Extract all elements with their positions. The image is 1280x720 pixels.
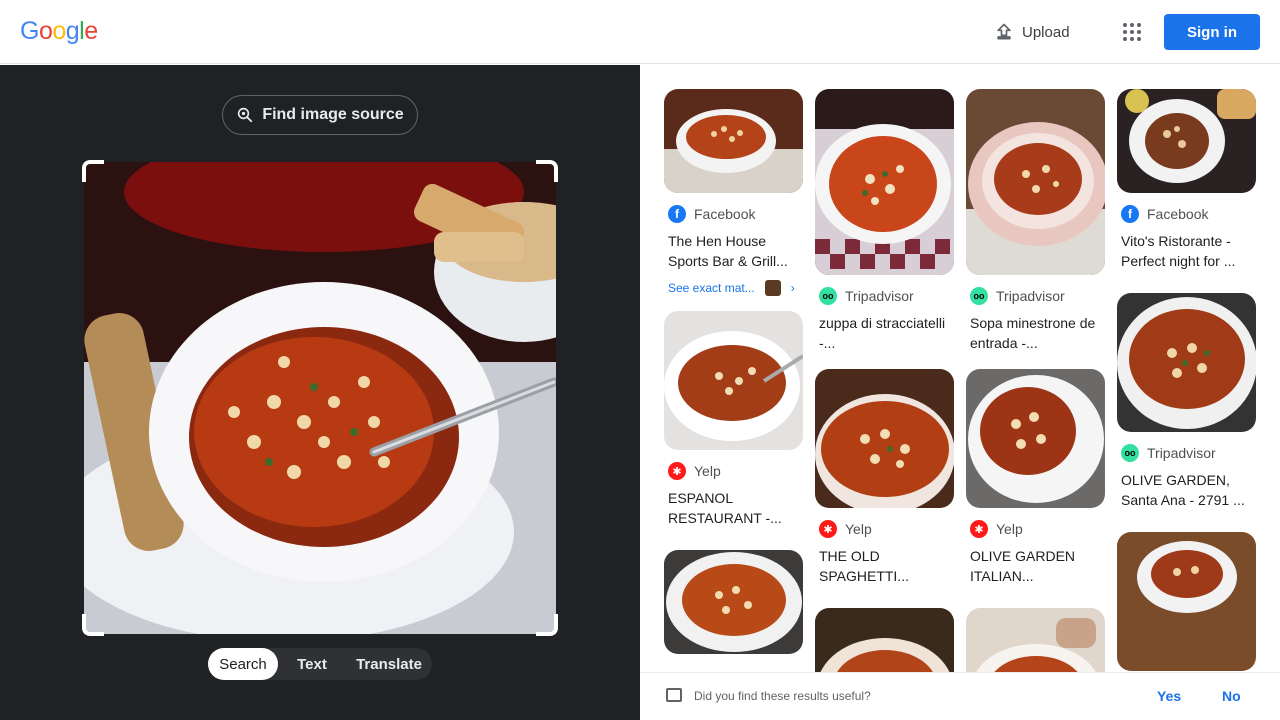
- crop-handle-top-left[interactable]: [82, 160, 104, 182]
- result-card[interactable]: [664, 550, 803, 654]
- result-card[interactable]: [966, 608, 1105, 672]
- tripadvisor-icon: oo: [970, 287, 988, 305]
- results-column-2: oo Tripadvisor zuppa di stracciatelli -..…: [815, 89, 954, 672]
- result-thumbnail[interactable]: [664, 89, 803, 193]
- crop-handle-top-right[interactable]: [536, 160, 558, 182]
- result-card[interactable]: [815, 608, 954, 672]
- result-title[interactable]: Sopa minestrone de entrada -...: [966, 313, 1105, 353]
- chevron-right-icon: ›: [790, 281, 795, 295]
- result-card[interactable]: f Facebook The Hen House Sports Bar & Gri…: [664, 89, 803, 297]
- result-title[interactable]: The Hen House Sports Bar & Grill...: [664, 231, 803, 271]
- apps-grid-icon[interactable]: [1116, 16, 1148, 48]
- result-source: Facebook: [694, 206, 756, 222]
- facebook-icon: f: [668, 205, 686, 223]
- result-source: Yelp: [845, 521, 872, 537]
- result-card[interactable]: f Facebook Vito's Ristorante - Perfect ni…: [1117, 89, 1256, 271]
- results-column-3: oo Tripadvisor Sopa minestrone de entrada…: [966, 89, 1105, 672]
- result-thumbnail[interactable]: [966, 369, 1105, 508]
- tripadvisor-icon: oo: [1121, 444, 1139, 462]
- feedback-icon: [666, 688, 682, 702]
- exact-match-thumbnail: [764, 280, 781, 296]
- google-logo[interactable]: Google: [20, 17, 98, 46]
- result-card[interactable]: [1117, 532, 1256, 671]
- see-exact-matches-link[interactable]: See exact mat... ›: [664, 279, 803, 297]
- results-panel: f Facebook The Hen House Sports Bar & Gri…: [640, 65, 1280, 672]
- find-image-source-label: Find image source: [262, 106, 404, 123]
- result-title[interactable]: OLIVE GARDEN ITALIAN...: [966, 546, 1105, 586]
- mode-translate[interactable]: Translate: [346, 648, 432, 680]
- result-source: Tripadvisor: [845, 288, 914, 304]
- see-exact-matches-label: See exact mat...: [668, 281, 755, 295]
- crop-handle-bottom-right[interactable]: [536, 614, 558, 636]
- result-thumbnail[interactable]: [815, 369, 954, 508]
- result-thumbnail[interactable]: [966, 89, 1105, 275]
- sign-in-button[interactable]: Sign in: [1164, 14, 1260, 50]
- result-title[interactable]: zuppa di stracciatelli -...: [815, 313, 954, 353]
- result-card[interactable]: oo Tripadvisor Sopa minestrone de entrada…: [966, 89, 1105, 353]
- results-column-1: f Facebook The Hen House Sports Bar & Gri…: [664, 89, 803, 654]
- result-card[interactable]: oo Tripadvisor zuppa di stracciatelli -..…: [815, 89, 954, 353]
- result-source: Facebook: [1147, 206, 1209, 222]
- upload-button[interactable]: Upload: [984, 16, 1080, 48]
- query-panel: Find image source Search Text Translate: [0, 65, 640, 720]
- lens-search-icon: [238, 107, 253, 123]
- result-title[interactable]: THE OLD SPAGHETTI...: [815, 546, 954, 586]
- result-thumbnail[interactable]: [815, 89, 954, 275]
- result-card[interactable]: ✱ Yelp THE OLD SPAGHETTI...: [815, 369, 954, 586]
- yelp-icon: ✱: [668, 462, 686, 480]
- result-title[interactable]: OLIVE GARDEN, Santa Ana - 2791 ...: [1117, 470, 1256, 510]
- yelp-icon: ✱: [970, 520, 988, 538]
- feedback-no-button[interactable]: No: [1222, 688, 1241, 704]
- tripadvisor-icon: oo: [819, 287, 837, 305]
- find-image-source-button[interactable]: Find image source: [222, 95, 418, 135]
- result-thumbnail[interactable]: [1117, 532, 1256, 671]
- result-source: Tripadvisor: [1147, 445, 1216, 461]
- crop-handle-bottom-left[interactable]: [82, 614, 104, 636]
- result-source: Yelp: [694, 463, 721, 479]
- result-thumbnail[interactable]: [1117, 89, 1256, 193]
- results-column-4: f Facebook Vito's Ristorante - Perfect ni…: [1117, 89, 1256, 671]
- facebook-icon: f: [1121, 205, 1139, 223]
- result-title[interactable]: ESPANOL RESTAURANT -...: [664, 488, 803, 528]
- upload-icon: [997, 23, 1011, 40]
- feedback-yes-button[interactable]: Yes: [1157, 688, 1181, 704]
- result-card[interactable]: oo Tripadvisor OLIVE GARDEN, Santa Ana - …: [1117, 293, 1256, 510]
- result-card[interactable]: ✱ Yelp OLIVE GARDEN ITALIAN...: [966, 369, 1105, 586]
- feedback-question: Did you find these results useful?: [694, 689, 871, 703]
- result-thumbnail[interactable]: [815, 608, 954, 672]
- mode-switcher: Search Text Translate: [208, 648, 432, 680]
- upload-label: Upload: [1022, 23, 1070, 41]
- query-image[interactable]: [84, 162, 556, 634]
- mode-search[interactable]: Search: [208, 648, 278, 680]
- result-card[interactable]: ✱ Yelp ESPANOL RESTAURANT -...: [664, 311, 803, 528]
- top-bar: Google Upload Sign in: [0, 0, 1280, 64]
- result-thumbnail[interactable]: [966, 608, 1105, 672]
- result-source: Yelp: [996, 521, 1023, 537]
- result-source: Tripadvisor: [996, 288, 1065, 304]
- yelp-icon: ✱: [819, 520, 837, 538]
- result-thumbnail[interactable]: [664, 550, 803, 654]
- result-title[interactable]: Vito's Ristorante - Perfect night for ..…: [1117, 231, 1256, 271]
- result-thumbnail[interactable]: [664, 311, 803, 450]
- result-thumbnail[interactable]: [1117, 293, 1256, 432]
- mode-text[interactable]: Text: [278, 648, 346, 680]
